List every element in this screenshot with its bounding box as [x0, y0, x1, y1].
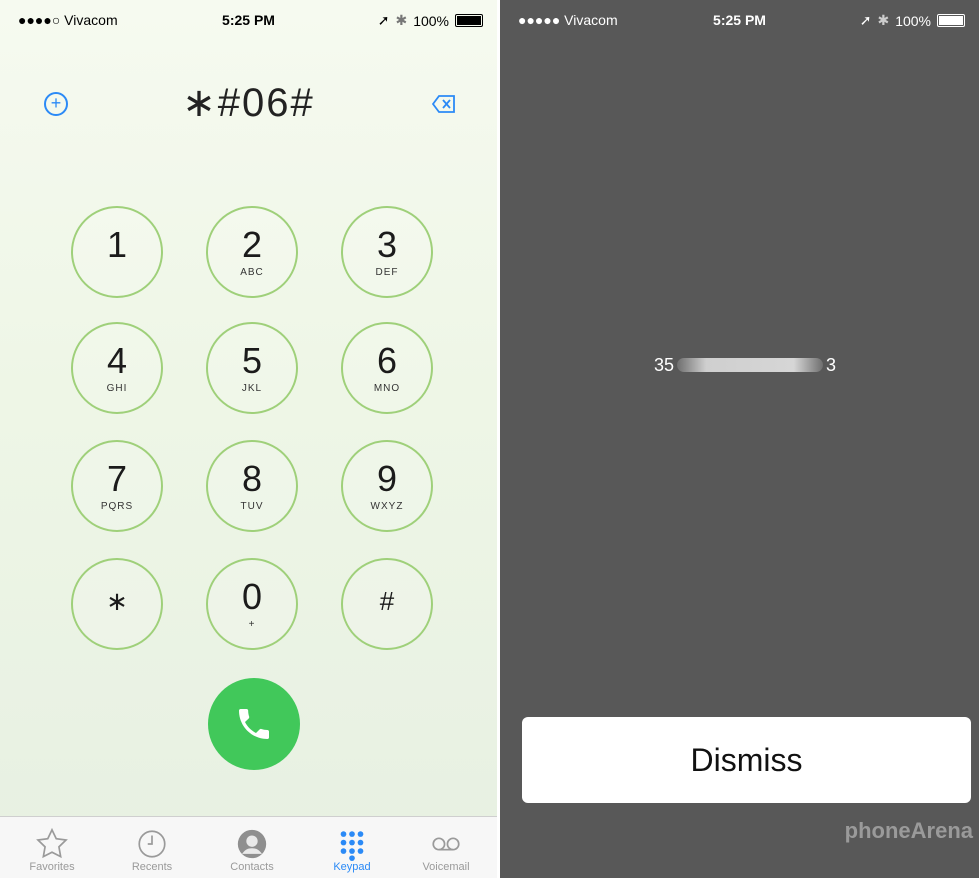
key-0[interactable]: 0 + — [206, 558, 298, 650]
key-digit: 8 — [241, 458, 263, 499]
call-button[interactable] — [208, 678, 300, 770]
key-6[interactable]: 6 MNO — [341, 322, 433, 414]
dismiss-button[interactable]: Dismiss — [522, 717, 971, 803]
phone-icon — [239, 709, 269, 739]
battery-percent: 100% — [895, 12, 931, 29]
key-digit: 9 — [376, 458, 398, 499]
watermark: phoneArena — [844, 818, 973, 843]
battery-percent: 100% — [413, 12, 449, 29]
tab-label: Favorites — [29, 861, 75, 873]
key-digit: ∗ — [106, 586, 128, 616]
tab-favorites[interactable]: Favorites — [7, 827, 97, 873]
imei-suffix: 3 — [826, 355, 837, 375]
tab-bar: Favorites Recents Contacts Keypad Voicem… — [0, 816, 497, 878]
key-8[interactable]: 8 TUV — [206, 440, 298, 532]
tab-label: Voicemail — [422, 861, 470, 873]
key-digit: # — [379, 586, 395, 616]
key-digit: 6 — [376, 340, 398, 381]
battery-icon — [455, 14, 483, 27]
bluetooth-icon: ✱ — [877, 12, 890, 28]
tab-contacts[interactable]: Contacts — [207, 827, 297, 873]
key-letters: GHI — [106, 383, 128, 394]
key-9[interactable]: 9 WXYZ — [341, 440, 433, 532]
key-digit: 2 — [241, 224, 263, 265]
location-icon: ➚ — [377, 12, 390, 28]
tab-keypad[interactable]: Keypad — [307, 827, 397, 873]
key-letters: PQRS — [100, 501, 134, 512]
battery-icon — [937, 14, 965, 27]
key-letters: DEF — [375, 267, 399, 278]
key-letters: MNO — [373, 383, 401, 394]
key-1[interactable]: 1 — [71, 206, 163, 298]
key-4[interactable]: 4 GHI — [71, 322, 163, 414]
clock-icon — [138, 830, 166, 858]
dialer-screen: ●●●●○ Vivacom 5:25 PM ➚ ✱ 100% + ∗#06# 1… — [0, 0, 497, 878]
tab-voicemail[interactable]: Voicemail — [401, 827, 491, 873]
key-letters: JKL — [241, 383, 263, 394]
contact-icon — [237, 829, 267, 859]
tab-label: Keypad — [333, 861, 371, 873]
imei-screen: ●●●●● Vivacom 5:25 PM ➚ ✱ 100% 35 3 Dismi… — [500, 0, 979, 878]
key-letters: WXYZ — [370, 501, 404, 512]
key-letters: + — [248, 619, 256, 630]
tab-recents[interactable]: Recents — [107, 827, 197, 873]
star-icon — [36, 827, 68, 859]
imei-value: 35 3 — [654, 355, 836, 376]
key-digit: 1 — [106, 224, 128, 265]
status-bar: ●●●●○ Vivacom 5:25 PM ➚ ✱ 100% — [0, 0, 497, 40]
key-5[interactable]: 5 JKL — [206, 322, 298, 414]
dial-number-display: ∗#06# — [182, 81, 315, 125]
status-right: ➚ ✱ 100% — [378, 12, 483, 29]
key-star[interactable]: ∗ — [71, 558, 163, 650]
imei-redacted — [677, 358, 824, 372]
key-digit: 5 — [241, 340, 263, 381]
status-right: ➚ ✱ 100% — [860, 12, 965, 29]
key-digit: 3 — [376, 224, 398, 265]
bluetooth-icon: ✱ — [395, 12, 408, 28]
status-bar: ●●●●● Vivacom 5:25 PM ➚ ✱ 100% — [500, 0, 979, 40]
tab-label: Recents — [131, 861, 173, 873]
location-icon: ➚ — [859, 12, 872, 28]
key-2[interactable]: 2 ABC — [206, 206, 298, 298]
key-3[interactable]: 3 DEF — [341, 206, 433, 298]
key-hash[interactable]: # — [341, 558, 433, 650]
imei-prefix: 35 — [654, 355, 675, 375]
key-letters: ABC — [240, 267, 264, 278]
key-7[interactable]: 7 PQRS — [71, 440, 163, 532]
key-digit: 7 — [106, 458, 128, 499]
tab-label: Contacts — [230, 861, 274, 873]
key-digit: 0 — [241, 576, 263, 617]
voicemail-icon — [432, 837, 460, 851]
backspace-icon[interactable] — [432, 95, 456, 113]
key-digit: 4 — [106, 340, 128, 381]
key-letters: TUV — [240, 501, 264, 512]
keypad-icon — [340, 831, 364, 861]
